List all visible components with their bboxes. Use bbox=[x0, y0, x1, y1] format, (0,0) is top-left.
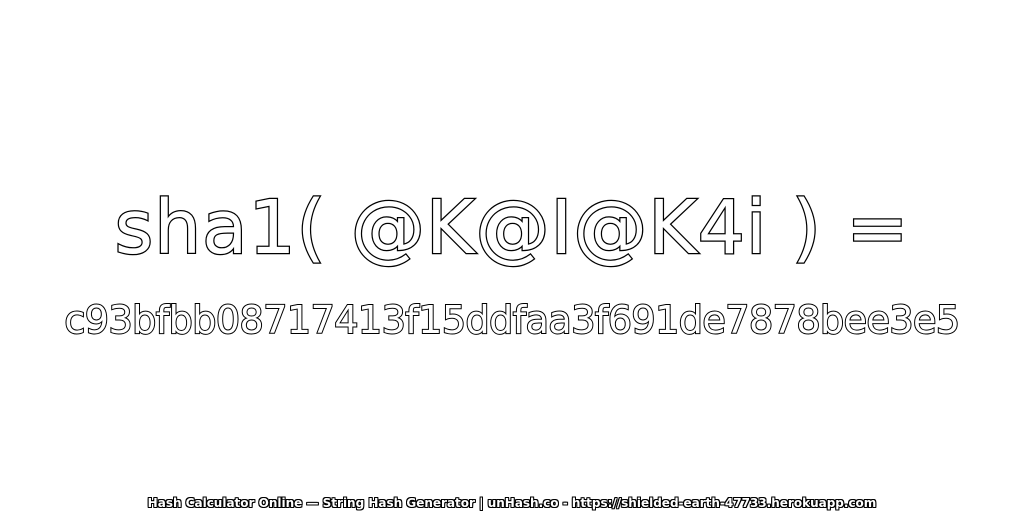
hash-image-canvas: sha1( @K@I@K4i ) = c93bfbb08717413f15ddf… bbox=[0, 0, 1024, 512]
hash-digest: c93bfbb08717413f15ddfaa3f691de7878bee3e5 bbox=[63, 297, 961, 343]
hash-expression: sha1( @K@I@K4i ) = bbox=[113, 184, 910, 273]
footer-credit: Hash Calculator Online — String Hash Gen… bbox=[147, 496, 877, 510]
